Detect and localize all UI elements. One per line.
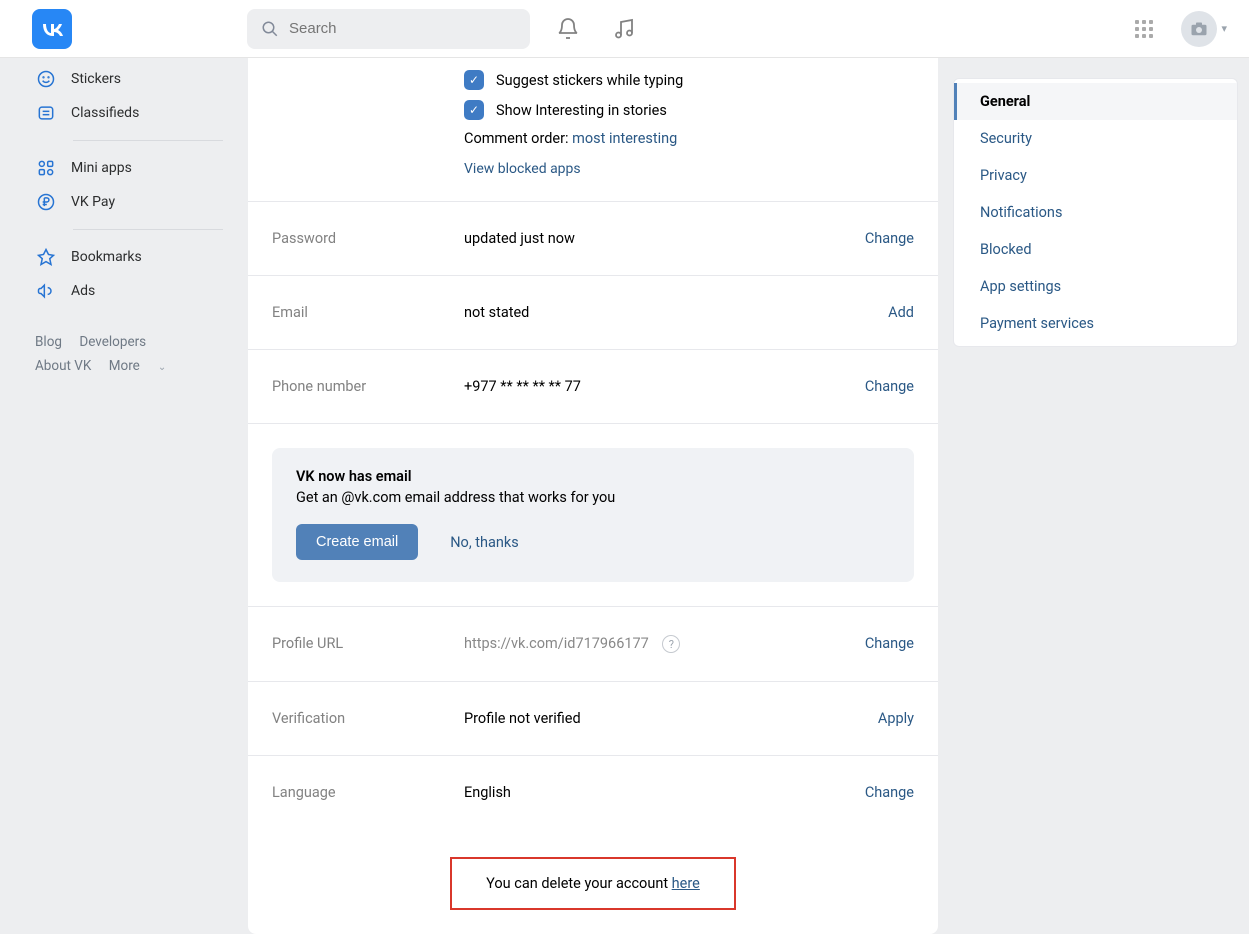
email-banner: VK now has email Get an @vk.com email ad… [272, 448, 914, 582]
footer-links: Blog Developers About VK More⌄ [35, 330, 227, 380]
row-profile-url: Profile URL https://vk.com/id717966177 ?… [248, 606, 938, 682]
label: Verification [272, 710, 464, 727]
link-developers[interactable]: Developers [79, 334, 146, 350]
search-input[interactable] [289, 20, 489, 37]
row-language: Language English Change [248, 756, 938, 829]
search-box[interactable] [247, 9, 530, 49]
sidebar-label: Mini apps [71, 160, 132, 176]
sidebar-label: Bookmarks [71, 249, 142, 265]
chevron-down-icon[interactable]: ▾ [1221, 22, 1227, 35]
checkbox-checked-icon: ✓ [464, 100, 484, 120]
label: Profile URL [272, 635, 464, 652]
banner-subtitle: Get an @vk.com email address that works … [296, 489, 890, 506]
sidebar-item-classifieds[interactable]: Classifieds [35, 96, 227, 130]
no-thanks-link[interactable]: No, thanks [450, 534, 519, 551]
top-header: ▾ [0, 0, 1249, 58]
sidebar-item-ads[interactable]: Ads [35, 274, 227, 308]
checkbox-label: Show Interesting in stories [496, 102, 667, 119]
row-email: Email not stated Add [248, 276, 938, 350]
settings-panel: ✓ Suggest stickers while typing ✓ Show I… [248, 58, 938, 934]
smiley-icon [35, 68, 57, 90]
nav-blocked[interactable]: Blocked [954, 231, 1237, 268]
apply-link[interactable]: Apply [878, 710, 914, 727]
delete-text: You can delete your account [486, 875, 672, 892]
miniapps-icon [35, 157, 57, 179]
comment-order-value[interactable]: most interesting [572, 130, 677, 147]
sidebar-label: Stickers [71, 71, 121, 87]
sidebar-item-vkpay[interactable]: VK Pay [35, 185, 227, 219]
checkbox-label: Suggest stickers while typing [496, 72, 683, 89]
nav-security[interactable]: Security [954, 120, 1237, 157]
left-sidebar: Stickers Classifieds Mini apps VK Pay Bo… [0, 58, 227, 934]
row-verification: Verification Profile not verified Apply [248, 682, 938, 756]
change-link[interactable]: Change [865, 230, 914, 247]
ruble-icon [35, 191, 57, 213]
sidebar-item-miniapps[interactable]: Mini apps [35, 151, 227, 185]
megaphone-icon [35, 280, 57, 302]
delete-account-line: You can delete your account here [248, 829, 938, 910]
nav-privacy[interactable]: Privacy [954, 157, 1237, 194]
value: Profile not verified [464, 710, 878, 727]
highlight-box: You can delete your account here [450, 857, 736, 910]
value: updated just now [464, 230, 865, 247]
star-icon [35, 246, 57, 268]
comment-order-label: Comment order: [464, 130, 569, 147]
label: Phone number [272, 378, 464, 395]
separator [73, 140, 223, 141]
sidebar-label: Classifieds [71, 105, 139, 121]
value: https://vk.com/id717966177 [464, 635, 649, 652]
delete-here-link[interactable]: here [672, 875, 700, 892]
row-phone: Phone number +977 ** ** ** ** 77 Change [248, 350, 938, 424]
checkbox-show-interesting[interactable]: ✓ Show Interesting in stories [464, 100, 914, 120]
sidebar-label: VK Pay [71, 194, 115, 210]
checkbox-suggest-stickers[interactable]: ✓ Suggest stickers while typing [464, 70, 914, 90]
apps-grid-icon[interactable] [1135, 20, 1153, 38]
sidebar-item-stickers[interactable]: Stickers [35, 62, 227, 96]
change-link[interactable]: Change [865, 784, 914, 801]
change-link[interactable]: Change [865, 378, 914, 395]
change-link[interactable]: Change [865, 635, 914, 652]
chevron-down-icon: ⌄ [158, 362, 166, 373]
label: Language [272, 784, 464, 801]
value: not stated [464, 304, 888, 321]
row-password: Password updated just now Change [248, 202, 938, 276]
nav-payment-services[interactable]: Payment services [954, 305, 1237, 342]
classifieds-icon [35, 102, 57, 124]
general-options: ✓ Suggest stickers while typing ✓ Show I… [248, 58, 938, 202]
view-blocked-apps-link[interactable]: View blocked apps [464, 161, 914, 177]
settings-nav: General Security Privacy Notifications B… [953, 78, 1238, 347]
vk-logo[interactable] [32, 9, 72, 49]
sidebar-item-bookmarks[interactable]: Bookmarks [35, 240, 227, 274]
link-about[interactable]: About VK [35, 358, 91, 374]
label: Password [272, 230, 464, 247]
search-icon [261, 20, 279, 38]
add-link[interactable]: Add [888, 304, 914, 321]
link-more[interactable]: More⌄ [109, 358, 180, 374]
nav-general[interactable]: General [954, 83, 1237, 120]
checkbox-checked-icon: ✓ [464, 70, 484, 90]
music-icon[interactable] [610, 15, 638, 43]
comment-order: Comment order: most interesting [464, 130, 914, 147]
create-email-button[interactable]: Create email [296, 524, 418, 560]
sidebar-label: Ads [71, 283, 95, 299]
value: +977 ** ** ** ** 77 [464, 378, 865, 395]
nav-notifications[interactable]: Notifications [954, 194, 1237, 231]
value: English [464, 784, 865, 801]
link-blog[interactable]: Blog [35, 334, 62, 350]
help-icon[interactable]: ? [662, 635, 680, 653]
separator [73, 229, 223, 230]
nav-app-settings[interactable]: App settings [954, 268, 1237, 305]
avatar[interactable] [1181, 11, 1217, 47]
bell-icon[interactable] [554, 15, 582, 43]
label: Email [272, 304, 464, 321]
banner-title: VK now has email [296, 468, 890, 485]
